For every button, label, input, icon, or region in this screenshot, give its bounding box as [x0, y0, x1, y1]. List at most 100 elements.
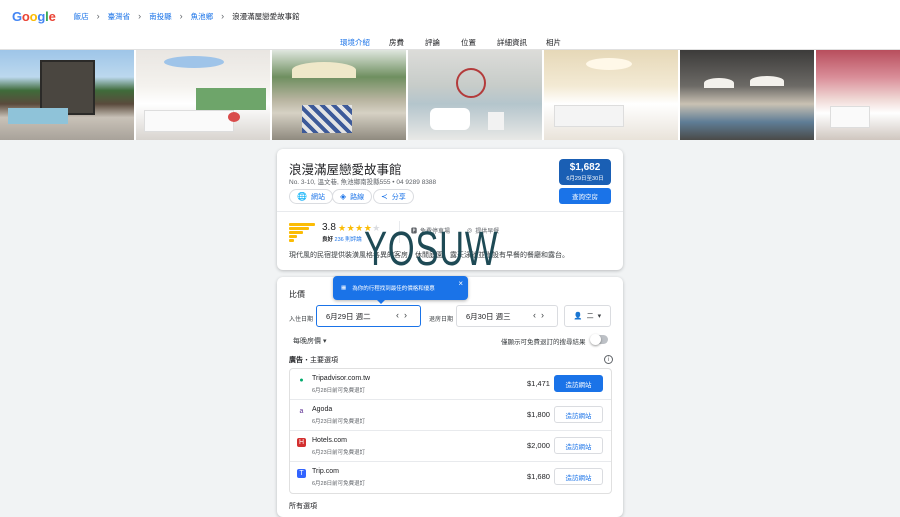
price-badge[interactable]: $1,682 6月29日至30日	[559, 159, 611, 185]
visit-site-button[interactable]: 造訪網站	[554, 468, 603, 485]
check-availability-button[interactable]: 查詢空房	[559, 188, 611, 204]
visit-site-button[interactable]: 造訪網站	[554, 437, 603, 454]
price-value: $1,682	[569, 162, 601, 173]
tab-details[interactable]: 詳細資訊	[497, 37, 527, 48]
hotel-photo[interactable]	[408, 50, 542, 140]
rating-value: 3.8	[322, 222, 336, 233]
chevron-right-icon: ›	[138, 11, 142, 21]
free-cancel-toggle[interactable]	[590, 334, 608, 345]
offer-price: $2,000	[527, 441, 550, 450]
tab-location[interactable]: 位置	[461, 37, 476, 48]
hotel-photo[interactable]	[816, 50, 900, 140]
share-label: 分享	[391, 193, 406, 201]
checkin-date-field[interactable]: 6月29日 週二 ‹›	[316, 305, 421, 327]
google-logo[interactable]: Google	[12, 9, 56, 24]
directions-label: 路線	[350, 193, 365, 201]
calendar-icon: ▦	[341, 285, 347, 291]
free-cancel-label: 僅顯示可免費退訂的搜尋結果	[501, 339, 586, 346]
price-dates: 6月29日至30日	[566, 176, 604, 182]
offer-price: $1,800	[527, 410, 550, 419]
offer-note: 6月23日前可免費退訂	[312, 450, 366, 456]
reviews-link[interactable]: 236 則評論	[335, 237, 362, 243]
hotel-photo[interactable]	[136, 50, 270, 140]
all-options-heading: 所有選項	[289, 503, 317, 510]
globe-icon: 🌐	[297, 192, 307, 201]
checkout-label: 退房日期	[429, 317, 454, 323]
offer-list: ● Tripadvisor.com.tw 6月28日前可免費退訂 $1,471 …	[289, 368, 612, 494]
divider	[277, 211, 623, 212]
person-icon: 👤	[573, 313, 583, 320]
ads-title: ・主要選項	[303, 357, 338, 364]
share-icon: ≺	[381, 192, 388, 201]
date-nav-arrows[interactable]: ‹›	[396, 310, 412, 320]
info-icon[interactable]: i	[604, 355, 613, 364]
chevron-down-icon: ▾	[597, 313, 602, 320]
rating-summary: 良好 236 則評論	[322, 235, 362, 243]
directions-icon: ◈	[340, 192, 347, 201]
visit-site-button[interactable]: 造訪網站	[554, 375, 603, 392]
website-button[interactable]: 🌐 網站	[289, 189, 333, 204]
breadcrumb-item[interactable]: 南投縣	[149, 11, 172, 22]
rating-histogram[interactable]	[289, 223, 315, 243]
tab-overview[interactable]: 環境介紹	[338, 37, 372, 54]
tripadvisor-icon: ●	[299, 377, 304, 384]
checkout-date: 6月30日 週三	[466, 311, 511, 321]
rating-label: 良好	[322, 237, 334, 243]
ads-prefix: 廣告	[289, 357, 303, 364]
offer-name: Tripadvisor.com.tw	[312, 375, 371, 382]
offer-note: 6月28日前可免費退訂	[312, 481, 366, 487]
guests-value: 二	[586, 313, 594, 320]
website-label: 網站	[310, 193, 325, 201]
visit-site-button[interactable]: 造訪網站	[554, 406, 603, 423]
offer-name: Hotels.com	[312, 437, 348, 444]
offer-price: $1,680	[527, 472, 550, 481]
chevron-right-icon: ›	[221, 11, 225, 21]
offer-name: Agoda	[312, 406, 333, 413]
checkin-date: 6月29日 週二	[326, 311, 371, 321]
hotel-photo[interactable]	[0, 50, 134, 140]
offer-name: Trip.com	[312, 468, 339, 475]
date-nav-arrows[interactable]: ‹›	[533, 310, 549, 320]
tab-prices[interactable]: 房費	[389, 37, 404, 48]
offer-price: $1,471	[527, 379, 550, 388]
breadcrumb-item[interactable]: 臺灣省	[108, 11, 131, 22]
checkin-label: 入住日期	[289, 317, 314, 323]
tooltip-text: 為你的行程找到最佳的價格和優惠	[352, 286, 435, 292]
watermark: YOSUW	[364, 223, 499, 276]
dropdown-arrow-icon: ▾	[322, 338, 327, 345]
deals-tooltip: ▦ 為你的行程找到最佳的價格和優惠 ×	[333, 276, 468, 304]
photo-strip	[0, 50, 900, 140]
agoda-icon: a	[299, 408, 304, 415]
offer-row[interactable]: T Trip.com 6月28日前可免費退訂 $1,680 造訪網站	[290, 462, 611, 493]
close-icon[interactable]: ×	[458, 279, 463, 288]
checkout-date-field[interactable]: 6月30日 週三 ‹›	[456, 305, 558, 327]
breadcrumb-item[interactable]: 飯店	[74, 11, 89, 22]
hotel-address: No. 3-10, 溫文巷, 魚池鄉南投縣555 • 04 9289 8388	[289, 179, 437, 186]
offer-row[interactable]: H Hotels.com 6月23日前可免費退訂 $2,000 造訪網站	[290, 431, 611, 462]
guests-select[interactable]: 👤 二 ▾	[564, 305, 611, 327]
hotel-photo[interactable]	[680, 50, 814, 140]
tab-reviews[interactable]: 評論	[425, 37, 440, 48]
section-tabs: 環境介紹 房費 評論 位置 詳細資訊 相片	[0, 32, 900, 54]
hotel-photo[interactable]	[272, 50, 406, 140]
offer-note: 6月23日前可免費退訂	[312, 419, 366, 425]
breadcrumb-current: 浪漫滿屋戀愛故事館	[232, 11, 300, 21]
price-mode-dropdown[interactable]: 每晚房價 ▾	[293, 336, 326, 346]
tab-photos[interactable]: 相片	[546, 37, 561, 48]
hotels-com-icon: H	[297, 438, 306, 447]
price-mode-label: 每晚房價	[293, 338, 321, 345]
breadcrumb: 飯店 › 臺灣省 › 南投縣 › 魚池鄉 › 浪漫滿屋戀愛故事館	[74, 11, 300, 22]
offer-row[interactable]: a Agoda 6月23日前可免費退訂 $1,800 造訪網站	[290, 400, 611, 431]
breadcrumb-item[interactable]: 魚池鄉	[191, 11, 214, 22]
ads-heading: 廣告・主要選項	[289, 355, 338, 365]
chevron-right-icon: ›	[96, 11, 100, 21]
trip-com-icon: T	[297, 469, 306, 478]
offer-row[interactable]: ● Tripadvisor.com.tw 6月28日前可免費退訂 $1,471 …	[290, 369, 611, 400]
chevron-right-icon: ›	[179, 11, 183, 21]
hotel-photo[interactable]	[544, 50, 678, 140]
offer-note: 6月28日前可免費退訂	[312, 388, 366, 394]
directions-button[interactable]: ◈ 路線	[332, 189, 373, 204]
top-bar: Google 飯店 › 臺灣省 › 南投縣 › 魚池鄉 › 浪漫滿屋戀愛故事館	[0, 0, 900, 32]
share-button[interactable]: ≺ 分享	[373, 189, 414, 204]
compare-title: 比價	[289, 290, 305, 299]
